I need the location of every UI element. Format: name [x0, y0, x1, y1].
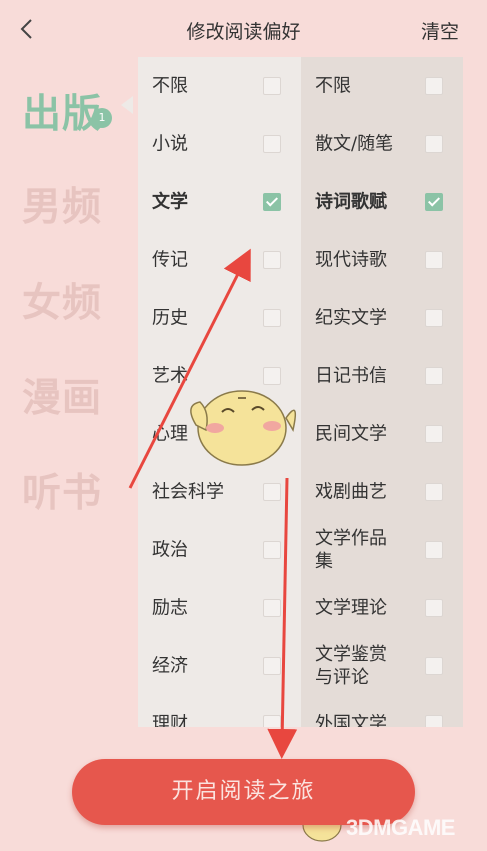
checkbox-icon[interactable]: [425, 367, 443, 385]
checkbox-icon[interactable]: [425, 309, 443, 327]
left-option-label: 传记: [152, 249, 188, 271]
watermark-text: 3DMGAME: [346, 815, 455, 840]
right-option-label: 现代诗歌: [315, 249, 387, 271]
checkbox-icon[interactable]: [263, 367, 281, 385]
checkbox-checked-icon[interactable]: [263, 193, 281, 211]
left-option-row[interactable]: 艺术: [138, 347, 301, 405]
left-option-row[interactable]: 社会科学: [138, 463, 301, 521]
right-option-label: 不限: [315, 75, 351, 97]
left-option-row[interactable]: 励志: [138, 579, 301, 637]
left-option-label: 心理: [152, 423, 188, 445]
right-option-row[interactable]: 散文/随笔: [301, 115, 463, 173]
checkbox-icon[interactable]: [263, 483, 281, 501]
checkbox-icon[interactable]: [425, 483, 443, 501]
right-option-label: 文学鉴赏 与评论: [315, 644, 387, 688]
category-comics[interactable]: 漫画: [22, 367, 102, 423]
checkbox-icon[interactable]: [425, 251, 443, 269]
left-option-label: 理财: [152, 713, 188, 728]
right-option-row[interactable]: 不限: [301, 57, 463, 115]
left-option-row[interactable]: 历史: [138, 289, 301, 347]
right-option-label: 纪实文学: [315, 307, 387, 329]
checkbox-icon[interactable]: [263, 77, 281, 95]
right-option-row[interactable]: 外国文学: [301, 695, 463, 727]
left-option-label: 小说: [152, 133, 188, 155]
checkbox-checked-icon[interactable]: [425, 193, 443, 211]
subcategory-column-left[interactable]: 不限小说文学传记历史艺术心理社会科学政治励志经济理财: [138, 57, 301, 727]
clear-button[interactable]: 清空: [421, 17, 459, 44]
left-option-row[interactable]: 心理: [138, 405, 301, 463]
active-category-pointer: [121, 96, 133, 114]
subcategory-column-right[interactable]: 不限散文/随笔诗词歌赋现代诗歌纪实文学日记书信民间文学戏剧曲艺文学作品 集文学理…: [301, 57, 463, 727]
checkbox-icon[interactable]: [263, 309, 281, 327]
right-option-label: 民间文学: [315, 423, 387, 445]
category-female[interactable]: 女频: [22, 272, 102, 328]
category-audiobooks[interactable]: 听书: [22, 462, 102, 518]
category-male[interactable]: 男频: [22, 176, 102, 232]
checkbox-icon[interactable]: [425, 425, 443, 443]
right-option-label: 诗词歌赋: [315, 191, 387, 213]
right-option-row[interactable]: 民间文学: [301, 405, 463, 463]
left-option-row[interactable]: 不限: [138, 57, 301, 115]
checkbox-icon[interactable]: [263, 425, 281, 443]
left-option-row[interactable]: 政治: [138, 521, 301, 579]
left-option-label: 经济: [152, 655, 188, 677]
right-option-row[interactable]: 现代诗歌: [301, 231, 463, 289]
left-option-label: 励志: [152, 597, 188, 619]
left-option-label: 社会科学: [152, 481, 224, 503]
right-option-row[interactable]: 日记书信: [301, 347, 463, 405]
right-option-row[interactable]: 文学作品 集: [301, 521, 463, 579]
right-option-row[interactable]: 文学鉴赏 与评论: [301, 637, 463, 695]
right-option-label: 文学作品 集: [315, 528, 387, 572]
checkbox-icon[interactable]: [425, 77, 443, 95]
right-option-label: 文学理论: [315, 597, 387, 619]
left-option-label: 不限: [152, 75, 188, 97]
right-option-label: 外国文学: [315, 713, 387, 728]
left-option-label: 政治: [152, 539, 188, 561]
left-option-row[interactable]: 经济: [138, 637, 301, 695]
right-option-label: 散文/随笔: [315, 133, 394, 155]
checkbox-icon[interactable]: [425, 599, 443, 617]
checkbox-icon[interactable]: [263, 657, 281, 675]
right-option-label: 戏剧曲艺: [315, 481, 387, 503]
category-publish[interactable]: 出版: [22, 83, 102, 139]
checkbox-icon[interactable]: [263, 599, 281, 617]
page-title: 修改阅读偏好: [186, 21, 301, 43]
checkbox-icon[interactable]: [263, 541, 281, 559]
checkbox-icon[interactable]: [425, 541, 443, 559]
checkbox-icon[interactable]: [263, 715, 281, 727]
right-option-row[interactable]: 文学理论: [301, 579, 463, 637]
header: 修改阅读偏好 清空: [0, 0, 487, 58]
left-option-label: 艺术: [152, 365, 188, 387]
left-option-row[interactable]: 传记: [138, 231, 301, 289]
left-option-label: 文学: [152, 191, 188, 213]
right-option-label: 日记书信: [315, 365, 387, 387]
left-option-row[interactable]: 理财: [138, 695, 301, 727]
right-option-row[interactable]: 戏剧曲艺: [301, 463, 463, 521]
checkbox-icon[interactable]: [425, 657, 443, 675]
right-option-row[interactable]: 纪实文学: [301, 289, 463, 347]
selection-count-badge: 1: [92, 108, 112, 128]
checkbox-icon[interactable]: [263, 251, 281, 269]
left-option-row[interactable]: 文学: [138, 173, 301, 231]
checkbox-icon[interactable]: [425, 715, 443, 727]
checkbox-icon[interactable]: [425, 135, 443, 153]
left-option-label: 历史: [152, 307, 188, 329]
checkbox-icon[interactable]: [263, 135, 281, 153]
left-option-row[interactable]: 小说: [138, 115, 301, 173]
right-option-row[interactable]: 诗词歌赋: [301, 173, 463, 231]
